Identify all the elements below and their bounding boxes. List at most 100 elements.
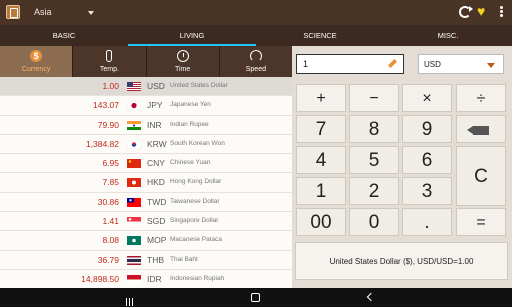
- list-item[interactable]: 7.85 HKD Hong Kong Dollar: [0, 173, 292, 193]
- currency-code: CNY: [147, 158, 165, 169]
- list-item[interactable]: 143.07 JPY Japanese Yen: [0, 96, 292, 116]
- list-item[interactable]: 1.00 USD United States Dollar: [0, 77, 292, 97]
- converted-amount: 1,384.82: [85, 138, 119, 149]
- back-icon[interactable]: [366, 293, 375, 302]
- list-item[interactable]: 1.41 SGD Singapore Dollar: [0, 212, 292, 232]
- amount-input[interactable]: 1: [296, 54, 404, 74]
- category-currency[interactable]: $ Currency: [0, 46, 74, 77]
- currency-name: Hong Kong Dollar: [170, 178, 222, 186]
- plus-key[interactable]: +: [296, 84, 346, 112]
- currency-code: INR: [147, 119, 162, 130]
- favorite-icon[interactable]: ♥: [477, 4, 489, 18]
- digit-2-key[interactable]: 2: [349, 177, 399, 205]
- flag-indonesia-icon: [127, 274, 141, 284]
- category-label: Time: [174, 66, 191, 73]
- currency-name: Macanese Pataca: [170, 236, 223, 244]
- thermometer-icon: [106, 50, 113, 62]
- list-item[interactable]: 30.86 TWD Taiwanese Dollar: [0, 193, 292, 213]
- app-bar: Asia ♥: [0, 0, 512, 25]
- converted-amount: 79.90: [97, 119, 119, 130]
- digit-9-key[interactable]: 9: [402, 115, 452, 143]
- flag-thailand-icon: [127, 255, 141, 265]
- category-label: Currency: [21, 66, 51, 73]
- region-dropdown-icon[interactable]: [88, 11, 94, 15]
- converted-amount: 143.07: [93, 100, 119, 111]
- category-bar: $ Currency Temp. Time Speed: [0, 46, 292, 77]
- flag-china-icon: [127, 159, 141, 169]
- divide-key[interactable]: ÷: [456, 84, 506, 112]
- app-logo-icon: [6, 5, 20, 19]
- currency-code: USD: [147, 81, 165, 91]
- converted-amount: 8.08: [102, 235, 119, 246]
- currency-name: Chinese Yuan: [170, 159, 211, 167]
- multiply-key[interactable]: ×: [402, 84, 452, 112]
- digit-5-key[interactable]: 5: [349, 146, 399, 174]
- currency-name: South Korean Won: [170, 139, 225, 147]
- equals-key[interactable]: =: [456, 208, 506, 236]
- flag-taiwan-icon: [127, 197, 141, 207]
- category-speed[interactable]: Speed: [220, 46, 292, 77]
- list-item[interactable]: 14,898.50 IDR Indonesian Rupiah: [0, 270, 292, 288]
- converted-amount: 1.00: [102, 81, 119, 91]
- main-tabs: BASIC LIVING SCIENCE MISC.: [0, 25, 512, 46]
- category-label: Speed: [245, 66, 266, 73]
- tab-living[interactable]: LIVING: [128, 25, 256, 46]
- tab-basic[interactable]: BASIC: [0, 25, 128, 46]
- flag-india-icon: [127, 120, 141, 130]
- currency-code: MOP: [147, 235, 167, 246]
- currency-code: HKD: [147, 177, 165, 188]
- digit-6-key[interactable]: 6: [402, 146, 452, 174]
- currency-list: 1.00 USD United States Dollar 143.07 JPY…: [0, 77, 292, 288]
- category-label: Temp.: [99, 66, 119, 73]
- currency-name: Thai Baht: [170, 255, 198, 263]
- category-time[interactable]: Time: [147, 46, 220, 77]
- currency-name: United States Dollar: [170, 82, 228, 89]
- flag-usa-icon: [127, 82, 141, 91]
- currency-name: Singapore Dollar: [170, 217, 219, 225]
- recent-apps-icon[interactable]: [126, 293, 135, 306]
- refresh-icon[interactable]: [459, 6, 473, 18]
- converted-amount: 30.86: [97, 196, 119, 207]
- list-item[interactable]: 79.90 INR Indian Rupee: [0, 116, 292, 135]
- more-menu-icon[interactable]: [500, 6, 504, 18]
- list-item[interactable]: 8.08 MOP Macanese Pataca: [0, 231, 292, 251]
- chevron-down-icon: [487, 63, 495, 68]
- currency-code: IDR: [147, 273, 162, 284]
- pencil-icon[interactable]: [388, 59, 397, 68]
- list-item[interactable]: 36.79 THB Thai Baht: [0, 251, 292, 270]
- tab-misc[interactable]: MISC.: [384, 25, 512, 46]
- amount-value: 1: [303, 59, 309, 69]
- currency-name: Indian Rupee: [170, 120, 209, 128]
- digit-1-key[interactable]: 1: [296, 177, 346, 205]
- currency-code: THB: [147, 254, 164, 265]
- tab-science[interactable]: SCIENCE: [256, 25, 384, 46]
- currency-select[interactable]: USD: [418, 54, 504, 74]
- converted-amount: 6.95: [102, 158, 119, 169]
- speedometer-icon: [249, 50, 262, 62]
- result-display: United States Dollar ($), USD/USD=1.00: [295, 242, 508, 280]
- home-icon[interactable]: [251, 293, 260, 302]
- region-selector[interactable]: Asia: [34, 4, 52, 20]
- backspace-key[interactable]: [456, 115, 506, 143]
- digit-4-key[interactable]: 4: [296, 146, 346, 174]
- digit-7-key[interactable]: 7: [296, 115, 346, 143]
- currency-name: Indonesian Rupiah: [170, 274, 225, 282]
- decimal-key[interactable]: .: [402, 208, 452, 236]
- selected-currency: USD: [424, 60, 441, 69]
- currency-icon: $: [30, 50, 43, 62]
- list-item[interactable]: 1,384.82 KRW South Korean Won: [0, 135, 292, 155]
- category-temperature[interactable]: Temp.: [73, 46, 147, 77]
- clock-icon: [176, 50, 189, 62]
- minus-key[interactable]: −: [349, 84, 399, 112]
- flag-macau-icon: [127, 236, 141, 246]
- flag-singapore-icon: [127, 217, 141, 227]
- double-zero-key[interactable]: 00: [296, 208, 346, 236]
- list-item[interactable]: 6.95 CNY Chinese Yuan: [0, 154, 292, 174]
- flag-japan-icon: [127, 101, 141, 111]
- digit-3-key[interactable]: 3: [402, 177, 452, 205]
- converted-amount: 14,898.50: [81, 273, 119, 284]
- clear-key[interactable]: C: [456, 146, 506, 206]
- digit-8-key[interactable]: 8: [349, 115, 399, 143]
- result-text: United States Dollar ($), USD/USD=1.00: [329, 257, 474, 266]
- digit-0-key[interactable]: 0: [349, 208, 399, 236]
